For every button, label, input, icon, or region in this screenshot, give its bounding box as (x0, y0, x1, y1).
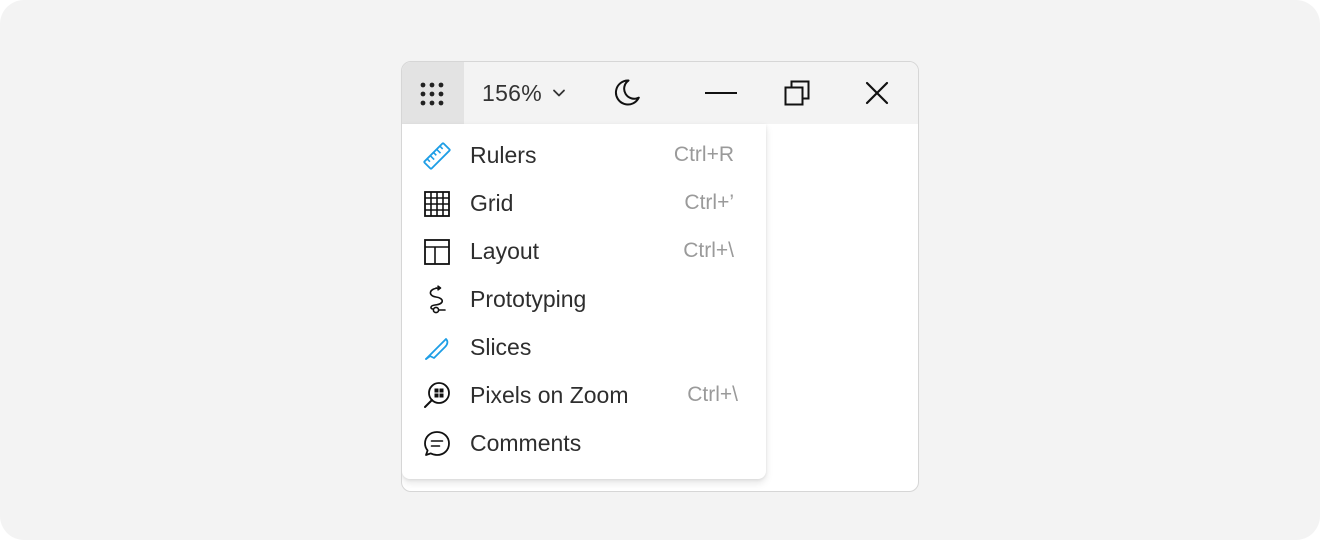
view-menu-dropdown: Rulers Ctrl+R Grid Ctrl+’ Layout Ctrl+\ … (402, 124, 766, 479)
menu-item-comments[interactable]: Comments (402, 419, 766, 467)
app-window: 156% Rulers Ctrl+R Grid Ctrl+’ Layout Ct… (401, 61, 919, 492)
zoom-dropdown[interactable]: 156% (482, 62, 566, 124)
maximize-button[interactable] (774, 62, 820, 124)
close-button[interactable] (854, 62, 900, 124)
chevron-down-icon (553, 89, 565, 97)
menu-item-pixels-on-zoom[interactable]: Pixels on Zoom Ctrl+\ (402, 371, 766, 419)
title-bar: 156% (402, 62, 918, 124)
close-icon (865, 81, 889, 105)
ruler-icon (423, 142, 451, 170)
menu-item-slices[interactable]: Slices (402, 323, 766, 371)
menu-item-rulers[interactable]: Rulers Ctrl+R (402, 131, 766, 179)
menu-item-layout[interactable]: Layout Ctrl+\ (402, 227, 766, 275)
knife-icon (425, 338, 449, 360)
menu-item-label: Slices (470, 334, 532, 360)
minimize-button[interactable] (696, 62, 746, 124)
menu-item-label: Pixels on Zoom (470, 382, 629, 408)
pixel-magnifier-icon (424, 382, 450, 408)
apps-grid-icon (420, 82, 444, 106)
grid-icon (424, 191, 450, 217)
menu-item-shortcut: Ctrl+’ (684, 191, 734, 214)
zoom-value: 156% (482, 79, 543, 106)
background-canvas: 156% Rulers Ctrl+R Grid Ctrl+’ Layout Ct… (0, 0, 1320, 540)
menu-item-label: Layout (470, 238, 540, 264)
menu-item-prototyping[interactable]: Prototyping (402, 275, 766, 323)
moon-icon (614, 79, 640, 106)
menu-item-label: Rulers (470, 142, 537, 168)
main-menu-button[interactable] (402, 62, 464, 124)
restore-window-icon (784, 80, 810, 106)
menu-item-label: Prototyping (470, 286, 587, 312)
menu-item-shortcut: Ctrl+\ (687, 383, 738, 406)
menu-item-shortcut: Ctrl+\ (683, 239, 734, 262)
menu-item-grid[interactable]: Grid Ctrl+’ (402, 179, 766, 227)
menu-item-label: Grid (470, 190, 514, 216)
layout-icon (424, 239, 450, 265)
menu-item-shortcut: Ctrl+R (673, 143, 734, 166)
menu-item-label: Comments (470, 430, 582, 456)
comment-icon (424, 431, 450, 456)
theme-toggle-button[interactable] (602, 62, 650, 124)
minimize-icon (705, 92, 737, 94)
prototype-path-icon (429, 285, 446, 314)
